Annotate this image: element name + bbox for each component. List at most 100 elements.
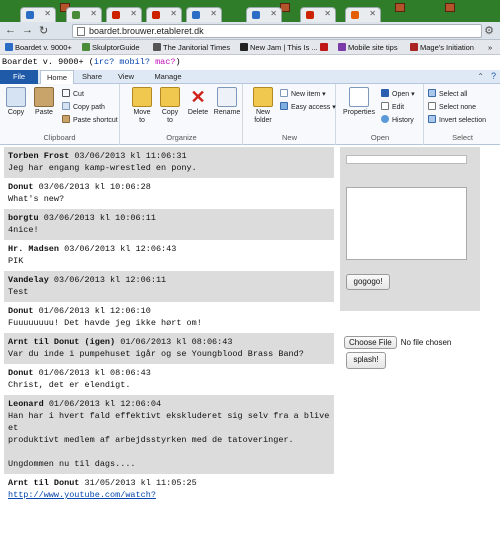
close-icon[interactable]: ✕ <box>90 9 97 18</box>
invert-selection-button[interactable]: Invert selection <box>428 115 486 126</box>
reload-icon[interactable]: ↻ <box>39 24 48 37</box>
tab-share[interactable]: Share <box>76 70 108 84</box>
post-time: 01/06/2013 kl 12:06:10 <box>38 306 151 316</box>
address-bar-row: ← → ↻ boardet.brouwer.etableret.dk ⚙ <box>0 22 500 40</box>
choose-file-button[interactable]: Choose File <box>344 336 397 349</box>
browser-tab[interactable]: ✕ <box>20 7 56 22</box>
cut-button[interactable]: Cut <box>62 89 84 100</box>
bookmark-item[interactable]: New Jam | This Is ... <box>240 43 318 52</box>
paste-icon <box>34 87 54 107</box>
post-text: Var du inde i pumpehuset igår og se Youn… <box>8 349 304 359</box>
close-icon[interactable]: ✕ <box>369 9 376 18</box>
copy-path-button[interactable]: Copy path <box>62 102 105 113</box>
post-author: Vandelay <box>8 275 49 285</box>
post-time: 01/06/2013 kl 12:06:04 <box>48 399 162 409</box>
browser-tab[interactable]: ✕ <box>246 7 282 22</box>
tab-manage[interactable]: Manage <box>146 70 190 84</box>
bookmark-favicon <box>240 43 248 51</box>
close-icon[interactable]: ✕ <box>130 9 137 18</box>
url-text: boardet.brouwer.etableret.dk <box>89 26 204 36</box>
browser-tab[interactable]: ✕ <box>345 7 381 22</box>
tab-home[interactable]: Home <box>40 70 74 84</box>
bookmark-item[interactable]: Mobile site tips <box>338 43 398 52</box>
post-time: 01/06/2013 kl 08:06:43 <box>38 368 151 378</box>
message-textarea[interactable] <box>346 187 467 260</box>
collapse-ribbon-icon[interactable]: ⌃ <box>477 72 484 81</box>
browser-tab[interactable]: ✕ <box>186 7 222 22</box>
rename-button[interactable]: Rename <box>213 87 241 117</box>
post: Arnt til Donut (igen) 01/06/2013 kl 08:0… <box>4 333 334 364</box>
browser-tab[interactable]: ✕ <box>300 7 336 22</box>
folder-copy-icon <box>160 87 180 107</box>
post: Vandelay 03/06/2013 kl 12:06:11 Test <box>4 271 334 302</box>
post: Leonard 01/06/2013 kl 12:06:04 Han har i … <box>4 395 334 474</box>
properties-button[interactable]: Properties <box>341 87 377 117</box>
close-icon[interactable]: ✕ <box>324 9 331 18</box>
post: Torben Frost 03/06/2013 kl 11:06:31 Jeg h… <box>4 147 334 178</box>
mac-link[interactable]: mac? <box>155 57 175 67</box>
open-button[interactable]: Open ▾ <box>381 89 415 100</box>
splash-button[interactable]: splash! <box>346 352 386 369</box>
close-icon[interactable]: ✕ <box>270 9 277 18</box>
browser-tab[interactable]: ✕ <box>106 7 142 22</box>
mario-brick <box>395 3 405 12</box>
history-button[interactable]: History <box>381 115 414 126</box>
group-label: Select <box>452 133 473 142</box>
post: Donut 01/06/2013 kl 12:06:10 Fuuuuuuuu! D… <box>4 302 334 333</box>
post-time: 03/06/2013 kl 12:06:11 <box>53 275 167 285</box>
close-icon[interactable]: ✕ <box>170 9 177 18</box>
bookmark-item[interactable]: SkulptorGuide <box>82 43 140 52</box>
select-all-icon <box>428 89 436 97</box>
browser-tab[interactable]: ✕ <box>146 7 182 22</box>
ribbon: Copy Paste Cut Copy path Paste shortcut … <box>0 84 500 145</box>
name-input[interactable] <box>346 155 467 164</box>
post-link[interactable]: http://www.youtube.com/watch? <box>8 490 156 500</box>
post-time: 03/06/2013 kl 12:06:43 <box>64 244 177 254</box>
organize-group: Move to Copy to ✕ Delete Rename Organize <box>121 84 243 145</box>
new-item-icon <box>280 89 288 97</box>
paste-button[interactable]: Paste <box>32 87 56 117</box>
edit-button[interactable]: Edit <box>381 102 404 113</box>
bookmark-favicon <box>338 43 346 51</box>
bookmark-item[interactable]: The Janitorial Times <box>153 43 230 52</box>
help-icon[interactable]: ? <box>491 71 496 81</box>
tab-view[interactable]: View <box>110 70 142 84</box>
browser-tab[interactable]: ✕ <box>66 7 102 22</box>
mobil-link[interactable]: mobil? <box>119 57 150 67</box>
new-item-button[interactable]: New item ▾ <box>280 89 326 100</box>
move-to-button[interactable]: Move to <box>131 87 153 125</box>
irc-link[interactable]: irc? <box>94 57 114 67</box>
no-file-text: No file chosen <box>400 338 452 347</box>
post-author: Arnt til Donut (igen) <box>8 337 116 347</box>
bookmark-item[interactable]: Mage's Initiation <box>410 43 474 52</box>
tab-file[interactable]: File <box>0 70 38 84</box>
copy-to-button[interactable]: Copy to <box>159 87 181 125</box>
url-bar[interactable]: boardet.brouwer.etableret.dk <box>72 24 482 38</box>
post-text: Test <box>8 287 29 297</box>
paste-shortcut-button[interactable]: Paste shortcut <box>62 115 118 126</box>
paste-shortcut-icon <box>62 115 70 123</box>
back-icon[interactable]: ← <box>5 24 16 36</box>
bookmarks-overflow[interactable]: » <box>488 43 492 52</box>
forward-icon[interactable]: → <box>22 24 33 36</box>
post-text: Fuuuuuuuu! Det havde jeg ikke hørt om! <box>8 318 202 328</box>
bookmark-item[interactable] <box>320 43 330 52</box>
close-icon[interactable]: ✕ <box>44 9 51 18</box>
submit-button[interactable]: gogogo! <box>346 274 390 290</box>
post-text: 4nice! <box>8 225 39 235</box>
post-form: gogogo! <box>340 147 480 311</box>
wrench-icon[interactable]: ⚙ <box>484 24 494 37</box>
copy-button[interactable]: Copy <box>4 87 28 117</box>
file-upload: Choose File No file chosen <box>344 336 451 349</box>
easy-access-button[interactable]: Easy access ▾ <box>280 102 336 113</box>
select-all-button[interactable]: Select all <box>428 89 467 100</box>
delete-button[interactable]: ✕ Delete <box>187 87 209 117</box>
group-label: Clipboard <box>43 133 76 142</box>
browser-tab-strip: ✕ ✕ ✕ ✕ ✕ ✕ ✕ ✕ <box>0 0 500 22</box>
close-icon[interactable]: ✕ <box>210 9 217 18</box>
bookmark-item[interactable]: Boardet v. 9000+ <box>5 43 72 52</box>
select-none-button[interactable]: Select none <box>428 102 476 113</box>
site-title: Boardet v. 9000+ (irc? mobil? mac?) <box>2 57 181 67</box>
new-folder-button[interactable]: New folder <box>250 87 276 125</box>
history-icon <box>381 115 389 123</box>
